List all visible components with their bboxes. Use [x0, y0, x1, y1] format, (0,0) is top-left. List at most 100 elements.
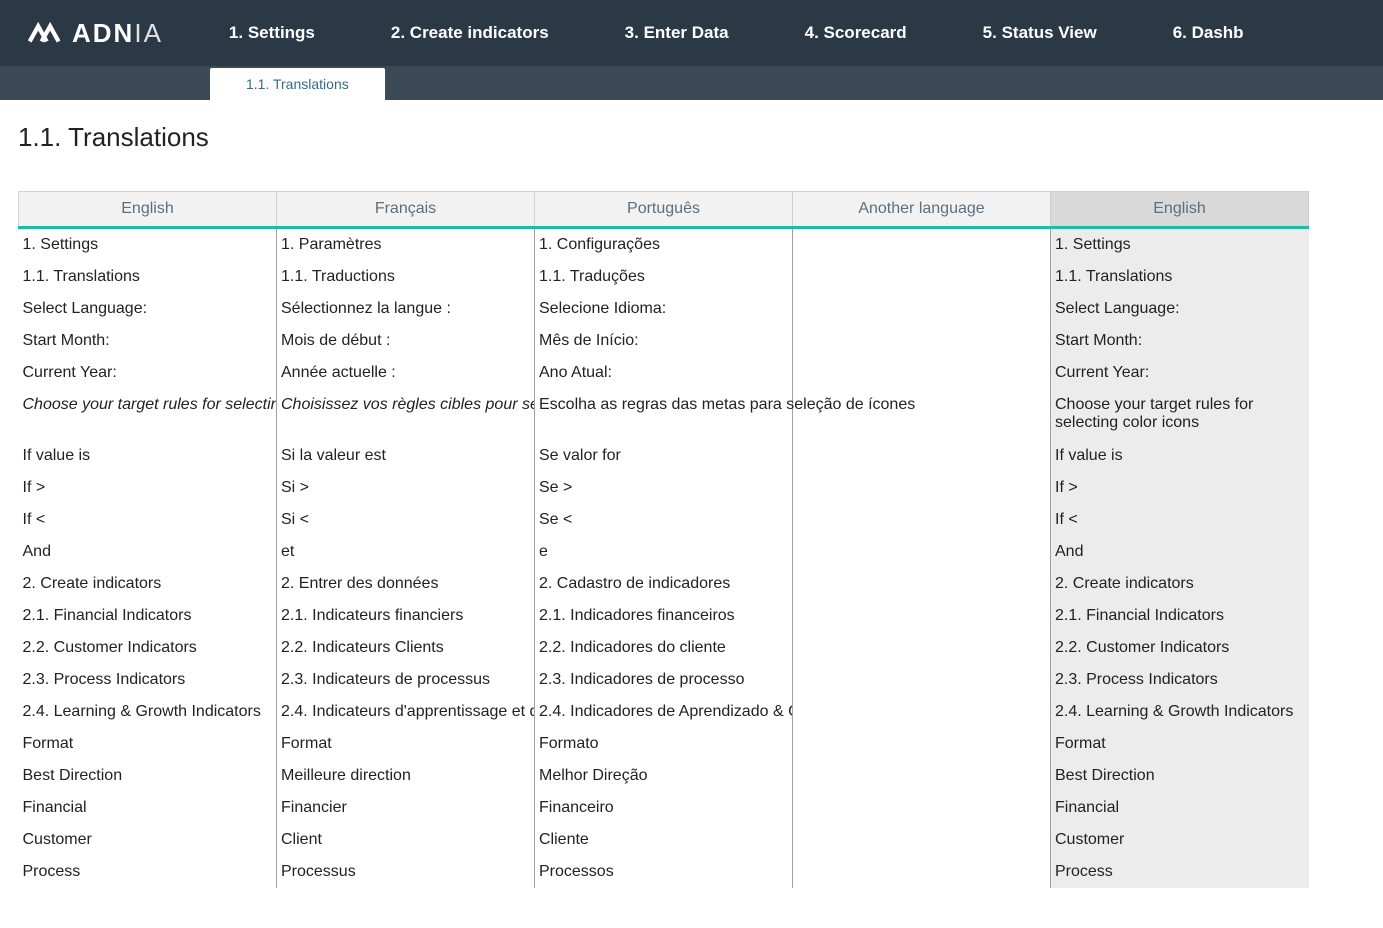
- cell-target[interactable]: Select Language:: [1051, 293, 1309, 325]
- cell-portugues[interactable]: Selecione Idioma:: [535, 293, 793, 325]
- cell-portugues[interactable]: Se <: [535, 504, 793, 536]
- cell-english[interactable]: 1.1. Translations: [19, 261, 277, 293]
- cell-english[interactable]: Process: [19, 856, 277, 888]
- cell-target[interactable]: Best Direction: [1051, 760, 1309, 792]
- cell-another[interactable]: [793, 504, 1051, 536]
- cell-portugues[interactable]: 2.2. Indicadores do cliente: [535, 632, 793, 664]
- cell-francais[interactable]: Année actuelle :: [277, 357, 535, 389]
- cell-francais[interactable]: Si >: [277, 472, 535, 504]
- cell-francais[interactable]: Meilleure direction: [277, 760, 535, 792]
- cell-target[interactable]: 1.1. Translations: [1051, 261, 1309, 293]
- cell-target[interactable]: 2.1. Financial Indicators: [1051, 600, 1309, 632]
- cell-another[interactable]: [793, 728, 1051, 760]
- cell-portugues[interactable]: 2.3. Indicadores de processo: [535, 664, 793, 696]
- cell-another[interactable]: [793, 357, 1051, 389]
- cell-another[interactable]: [793, 600, 1051, 632]
- cell-target[interactable]: If >: [1051, 472, 1309, 504]
- cell-francais[interactable]: Si la valeur est: [277, 440, 535, 472]
- cell-english[interactable]: 1. Settings: [19, 228, 277, 262]
- cell-francais[interactable]: 2.1. Indicateurs financiers: [277, 600, 535, 632]
- cell-another[interactable]: [793, 760, 1051, 792]
- cell-portugues[interactable]: 2. Cadastro de indicadores: [535, 568, 793, 600]
- cell-portugues[interactable]: 2.4. Indicadores de Aprendizado & Cresci…: [535, 696, 793, 728]
- cell-target[interactable]: 2.3. Process Indicators: [1051, 664, 1309, 696]
- cell-francais[interactable]: 1. Paramètres: [277, 228, 535, 262]
- cell-target[interactable]: And: [1051, 536, 1309, 568]
- cell-another[interactable]: [793, 261, 1051, 293]
- cell-another[interactable]: [793, 440, 1051, 472]
- cell-another[interactable]: [793, 568, 1051, 600]
- cell-francais[interactable]: Si <: [277, 504, 535, 536]
- cell-target[interactable]: Current Year:: [1051, 357, 1309, 389]
- cell-another[interactable]: [793, 792, 1051, 824]
- cell-english[interactable]: And: [19, 536, 277, 568]
- cell-english[interactable]: Choose your target rules for selecting c…: [19, 389, 277, 440]
- cell-english[interactable]: Select Language:: [19, 293, 277, 325]
- cell-portugues[interactable]: Melhor Direção: [535, 760, 793, 792]
- cell-english[interactable]: Customer: [19, 824, 277, 856]
- cell-target[interactable]: 2.4. Learning & Growth Indicators: [1051, 696, 1309, 728]
- column-header-target[interactable]: English: [1051, 192, 1309, 228]
- column-header-another[interactable]: Another language: [793, 192, 1051, 228]
- cell-portugues[interactable]: 1. Configurações: [535, 228, 793, 262]
- cell-francais[interactable]: Processus: [277, 856, 535, 888]
- cell-english[interactable]: 2.3. Process Indicators: [19, 664, 277, 696]
- cell-portugues[interactable]: e: [535, 536, 793, 568]
- nav-item-settings[interactable]: 1. Settings: [191, 0, 353, 66]
- cell-francais[interactable]: Choisissez vos règles cibles pour sélect…: [277, 389, 535, 440]
- cell-target[interactable]: Format: [1051, 728, 1309, 760]
- cell-another[interactable]: [793, 536, 1051, 568]
- column-header-english[interactable]: English: [19, 192, 277, 228]
- nav-item-create-indicators[interactable]: 2. Create indicators: [353, 0, 587, 66]
- cell-francais[interactable]: Mois de début :: [277, 325, 535, 357]
- cell-english[interactable]: Best Direction: [19, 760, 277, 792]
- cell-portugues[interactable]: Mês de Início:: [535, 325, 793, 357]
- cell-francais[interactable]: Financier: [277, 792, 535, 824]
- cell-francais[interactable]: 2.4. Indicateurs d'apprentissage et de c…: [277, 696, 535, 728]
- cell-english[interactable]: 2.2. Customer Indicators: [19, 632, 277, 664]
- cell-francais[interactable]: 2.3. Indicateurs de processus: [277, 664, 535, 696]
- cell-target[interactable]: 2.2. Customer Indicators: [1051, 632, 1309, 664]
- cell-francais[interactable]: 1.1. Traductions: [277, 261, 535, 293]
- column-header-portugues[interactable]: Português: [535, 192, 793, 228]
- cell-target[interactable]: 1. Settings: [1051, 228, 1309, 262]
- cell-portugues[interactable]: Se valor for: [535, 440, 793, 472]
- cell-francais[interactable]: 2. Entrer des données: [277, 568, 535, 600]
- cell-english[interactable]: 2.4. Learning & Growth Indicators: [19, 696, 277, 728]
- cell-another[interactable]: [793, 472, 1051, 504]
- cell-portugues[interactable]: Escolha as regras das metas para seleção…: [535, 389, 793, 440]
- cell-target[interactable]: Choose your target rules for selecting c…: [1051, 389, 1309, 440]
- cell-target[interactable]: Process: [1051, 856, 1309, 888]
- cell-english[interactable]: Format: [19, 728, 277, 760]
- column-header-francais[interactable]: Français: [277, 192, 535, 228]
- cell-target[interactable]: If <: [1051, 504, 1309, 536]
- cell-another[interactable]: [793, 824, 1051, 856]
- cell-another[interactable]: [793, 325, 1051, 357]
- cell-english[interactable]: Current Year:: [19, 357, 277, 389]
- cell-another[interactable]: [793, 696, 1051, 728]
- cell-english[interactable]: If <: [19, 504, 277, 536]
- cell-another[interactable]: [793, 856, 1051, 888]
- cell-another[interactable]: [793, 664, 1051, 696]
- nav-item-status-view[interactable]: 5. Status View: [945, 0, 1135, 66]
- nav-item-dashboard[interactable]: 6. Dashb: [1135, 0, 1282, 66]
- cell-english[interactable]: Start Month:: [19, 325, 277, 357]
- cell-another[interactable]: [793, 228, 1051, 262]
- cell-portugues[interactable]: Processos: [535, 856, 793, 888]
- tab-translations[interactable]: 1.1. Translations: [210, 68, 385, 100]
- nav-item-scorecard[interactable]: 4. Scorecard: [767, 0, 945, 66]
- cell-english[interactable]: 2.1. Financial Indicators: [19, 600, 277, 632]
- cell-target[interactable]: If value is: [1051, 440, 1309, 472]
- cell-portugues[interactable]: 1.1. Traduções: [535, 261, 793, 293]
- cell-english[interactable]: 2. Create indicators: [19, 568, 277, 600]
- cell-target[interactable]: Start Month:: [1051, 325, 1309, 357]
- nav-item-enter-data[interactable]: 3. Enter Data: [587, 0, 767, 66]
- cell-francais[interactable]: Client: [277, 824, 535, 856]
- cell-another[interactable]: [793, 293, 1051, 325]
- cell-portugues[interactable]: 2.1. Indicadores financeiros: [535, 600, 793, 632]
- cell-english[interactable]: Financial: [19, 792, 277, 824]
- cell-target[interactable]: Customer: [1051, 824, 1309, 856]
- cell-francais[interactable]: 2.2. Indicateurs Clients: [277, 632, 535, 664]
- cell-francais[interactable]: Sélectionnez la langue :: [277, 293, 535, 325]
- cell-target[interactable]: Financial: [1051, 792, 1309, 824]
